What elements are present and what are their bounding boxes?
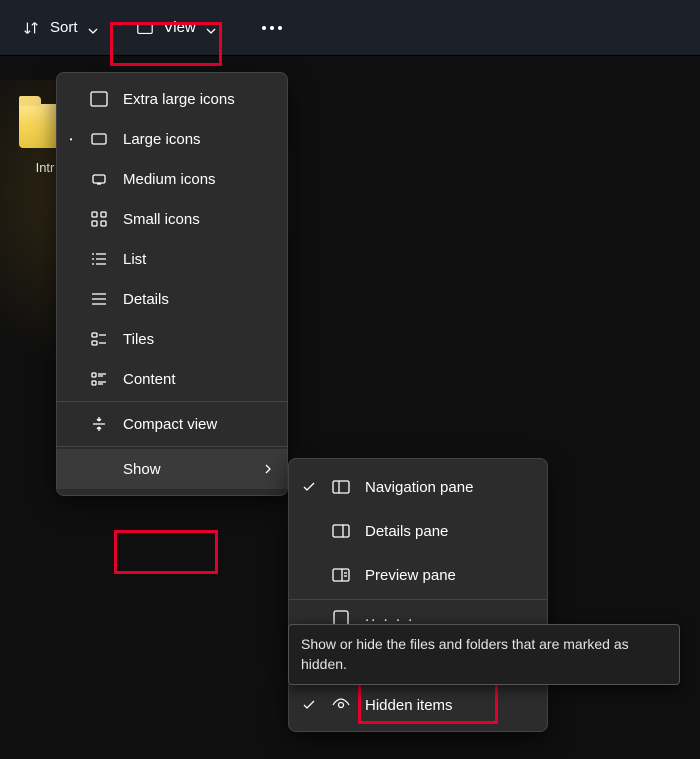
small-icons-icon xyxy=(89,209,109,229)
menu-label: Preview pane xyxy=(365,567,456,584)
submenu-item-details-pane[interactable]: Details pane xyxy=(289,509,547,553)
view-button[interactable]: View xyxy=(122,11,230,45)
menu-label: Medium icons xyxy=(123,171,216,188)
compact-view-icon xyxy=(89,414,109,434)
chevron-down-icon xyxy=(206,23,216,33)
menu-item-medium-icons[interactable]: Medium icons xyxy=(57,159,287,199)
menu-item-small-icons[interactable]: Small icons xyxy=(57,199,287,239)
menu-item-details[interactable]: Details xyxy=(57,279,287,319)
tooltip-text: Show or hide the files and folders that … xyxy=(301,636,629,672)
menu-label: Extra large icons xyxy=(123,91,235,108)
medium-icons-icon xyxy=(89,169,109,189)
menu-item-content[interactable]: Content xyxy=(57,359,287,399)
details-icon xyxy=(89,289,109,309)
large-icons-icon xyxy=(89,129,109,149)
submenu-item-navigation-pane[interactable]: Navigation pane xyxy=(289,465,547,509)
menu-separator xyxy=(57,401,287,402)
menu-label: Show xyxy=(123,461,161,478)
preview-pane-icon xyxy=(331,565,351,585)
toolbar: Sort View xyxy=(0,0,700,56)
sort-button[interactable]: Sort xyxy=(8,11,112,45)
selected-bullet: • xyxy=(67,135,75,144)
submenu-item-hidden-items[interactable]: Hidden items xyxy=(289,683,547,727)
show-submenu-continued: Hidden items xyxy=(288,678,548,732)
menu-label: Tiles xyxy=(123,331,154,348)
hidden-items-icon xyxy=(331,695,351,715)
tiles-icon xyxy=(89,329,109,349)
menu-item-large-icons[interactable]: • Large icons xyxy=(57,119,287,159)
navigation-pane-icon xyxy=(331,477,351,497)
tooltip: Show or hide the files and folders that … xyxy=(288,624,680,685)
menu-label: Navigation pane xyxy=(365,479,473,496)
sort-icon xyxy=(22,19,40,37)
more-button[interactable] xyxy=(248,18,296,38)
menu-label: Content xyxy=(123,371,176,388)
check-icon xyxy=(301,480,317,494)
menu-label: .. . . . xyxy=(365,608,414,625)
menu-label: Small icons xyxy=(123,211,200,228)
menu-separator xyxy=(57,446,287,447)
menu-item-show[interactable]: Show xyxy=(57,449,287,489)
blank-icon xyxy=(89,459,109,479)
menu-separator xyxy=(289,599,547,600)
details-pane-icon xyxy=(331,521,351,541)
view-layout-icon xyxy=(136,19,154,37)
annotation-highlight xyxy=(114,530,218,574)
chevron-right-icon xyxy=(263,461,273,478)
list-icon xyxy=(89,249,109,269)
menu-label: Large icons xyxy=(123,131,201,148)
menu-label: Compact view xyxy=(123,416,217,433)
menu-label: List xyxy=(123,251,146,268)
check-icon xyxy=(301,698,317,712)
menu-item-compact-view[interactable]: Compact view xyxy=(57,404,287,444)
view-menu: Extra large icons • Large icons Medium i… xyxy=(56,72,288,496)
content-icon xyxy=(89,369,109,389)
menu-item-list[interactable]: List xyxy=(57,239,287,279)
menu-item-tiles[interactable]: Tiles xyxy=(57,319,287,359)
submenu-item-preview-pane[interactable]: Preview pane xyxy=(289,553,547,597)
menu-label: Details xyxy=(123,291,169,308)
menu-label: Details pane xyxy=(365,523,448,540)
chevron-down-icon xyxy=(88,23,98,33)
menu-item-extra-large-icons[interactable]: Extra large icons xyxy=(57,79,287,119)
menu-label: Hidden items xyxy=(365,697,453,714)
sort-label: Sort xyxy=(50,19,78,36)
extra-large-icons-icon xyxy=(89,89,109,109)
view-label: View xyxy=(164,19,196,36)
